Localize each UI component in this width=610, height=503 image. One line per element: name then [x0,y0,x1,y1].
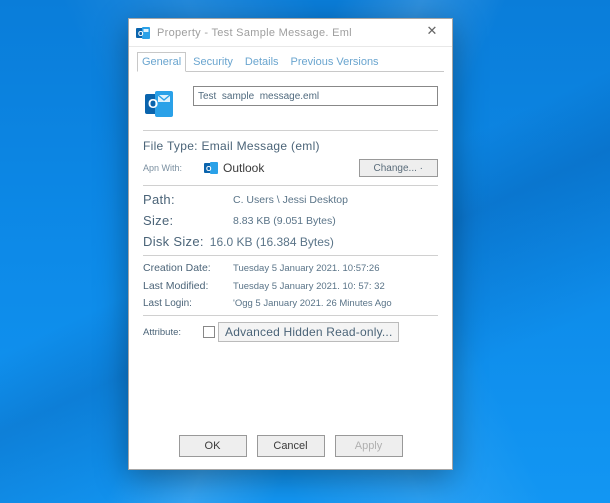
modified-value: Tuesday 5 January 2021. 10: 57: 32 [233,281,438,292]
tab-previous-versions[interactable]: Previous Versions [286,52,384,72]
attribute-text[interactable]: Advanced Hidden Read-only... [218,322,399,342]
disk-size-label: Disk Size: [143,234,204,249]
size-value: 8.83 KB (9.051 Bytes) [233,215,438,227]
file-type-row: File Type: Email Message (eml) [143,139,438,153]
divider [143,255,438,256]
divider [143,185,438,186]
modified-label: Last Modified: [143,280,233,292]
outlook-icon: O [135,25,151,41]
close-button[interactable]: ✕ [418,23,446,43]
window-title: Property - Test Sample Message. Eml [157,27,418,39]
attribute-checkbox[interactable] [203,326,215,338]
svg-text:O: O [148,96,158,111]
svg-text:O: O [138,31,144,38]
last-login-label: Last Login: [143,298,233,309]
size-label: Size: [143,213,233,228]
properties-dialog: O Property - Test Sample Message. Eml ✕ … [128,18,453,470]
divider [143,130,438,131]
titlebar: O Property - Test Sample Message. Eml ✕ [129,19,452,47]
apply-button: Apply [335,435,403,457]
file-header: O [143,86,438,120]
tab-details[interactable]: Details [240,52,284,72]
path-value: C. Users \ Jessi Desktop [233,194,438,206]
cancel-button[interactable]: Cancel [257,435,325,457]
last-login-value: 'Ogg 5 January 2021. 26 Minutes Ago [233,298,438,309]
open-with-row: Apn With: O Outlook Change... · [143,159,438,177]
disk-size-row: Disk Size: 16.0 KB (16.384 Bytes) [143,234,438,249]
attribute-label: Attribute: [143,327,203,338]
path-row: Path: C. Users \ Jessi Desktop [143,192,438,207]
button-bar: OK Cancel Apply [129,425,452,469]
tab-security[interactable]: Security [188,52,238,72]
outlook-small-icon: O [203,160,219,176]
file-type-icon: O [143,88,179,120]
ok-button[interactable]: OK [179,435,247,457]
last-login-row: Last Login: 'Ogg 5 January 2021. 26 Minu… [143,298,438,309]
tab-general[interactable]: General [137,52,186,72]
filename-input[interactable] [193,86,438,106]
disk-size-value: 16.0 KB (16.384 Bytes) [210,235,438,249]
path-label: Path: [143,192,233,207]
created-row: Creation Date: Tuesday 5 January 2021. 1… [143,262,438,274]
attribute-row: Attribute: Advanced Hidden Read-only... [143,322,438,342]
tab-bar: General Security Details Previous Versio… [129,47,452,72]
created-value: Tuesday 5 January 2021. 10:57:26 [233,263,438,274]
open-with-app: Outlook [223,161,359,175]
file-type-value: Email Message (eml) [201,139,319,153]
divider [143,315,438,316]
created-label: Creation Date: [143,262,233,274]
size-row: Size: 8.83 KB (9.051 Bytes) [143,213,438,228]
open-with-label: Apn With: [143,163,203,173]
svg-text:O: O [206,166,212,173]
file-type-label: File Type: [143,139,198,153]
change-button[interactable]: Change... · [359,159,438,177]
modified-row: Last Modified: Tuesday 5 January 2021. 1… [143,280,438,292]
dialog-content: O File Type: Email Message (eml) Apn Wit… [129,72,452,425]
